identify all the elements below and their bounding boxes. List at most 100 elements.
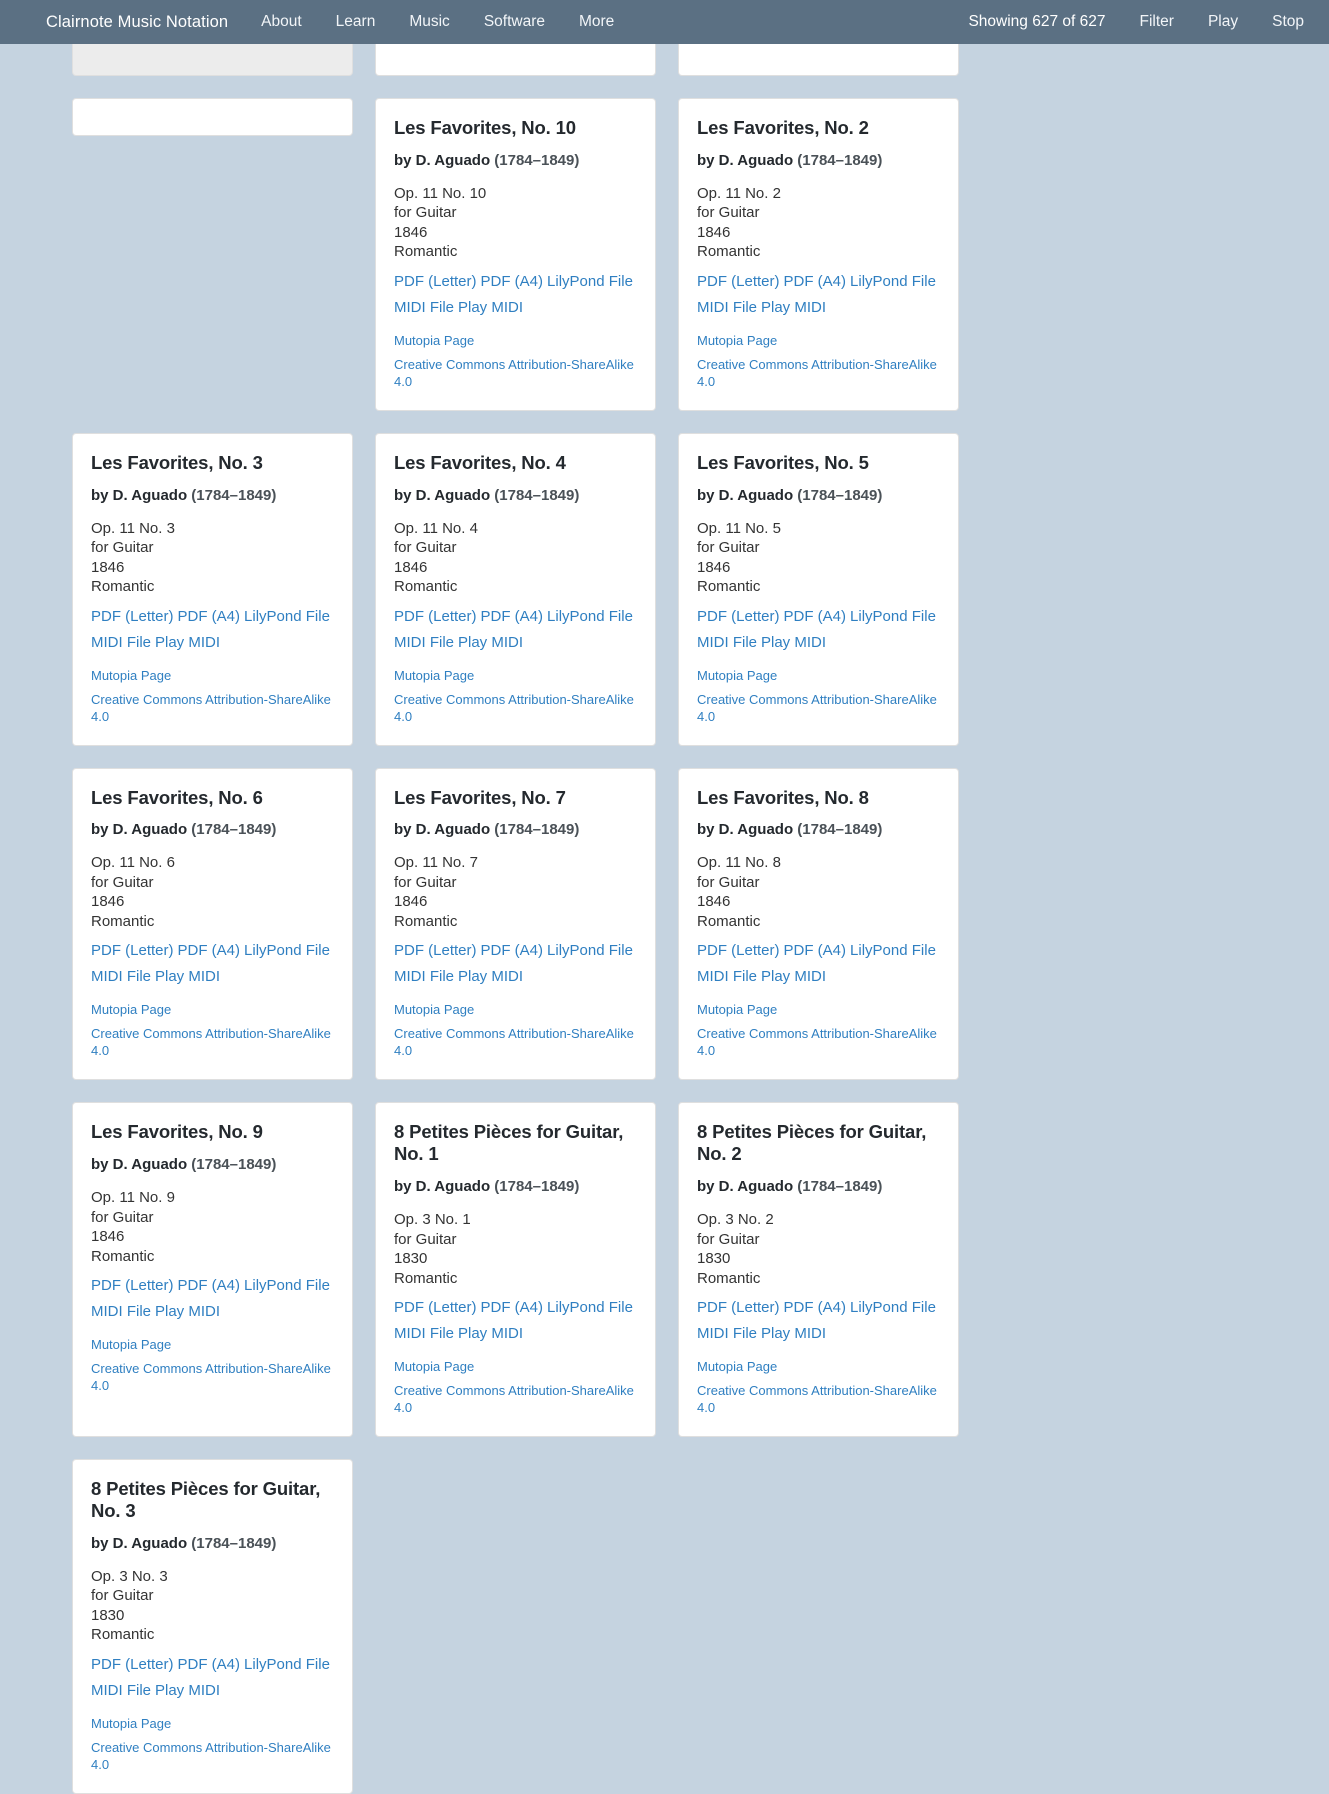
license-link[interactable]: Creative Commons Attribution-ShareAlike … bbox=[394, 1025, 637, 1059]
stop-button[interactable]: Stop bbox=[1255, 0, 1321, 44]
pdf-a4-link[interactable]: PDF (A4) bbox=[784, 942, 847, 959]
mutopia-page-link[interactable]: Mutopia Page bbox=[697, 1358, 940, 1375]
filter-button[interactable]: Filter bbox=[1123, 0, 1191, 44]
midi-file-link[interactable]: MIDI File bbox=[394, 1325, 454, 1342]
music-card[interactable]: 8 Petites Pièces for Guitar, No. 2by D. … bbox=[678, 1102, 959, 1437]
pdf-a4-link[interactable]: PDF (A4) bbox=[481, 273, 544, 290]
license-link[interactable]: Creative Commons Attribution-ShareAlike … bbox=[394, 1382, 637, 1416]
lilypond-file-link[interactable]: LilyPond File bbox=[244, 1656, 330, 1673]
pdf-a4-link[interactable]: PDF (A4) bbox=[481, 608, 544, 625]
lilypond-file-link[interactable]: LilyPond File bbox=[850, 608, 936, 625]
lilypond-file-link[interactable]: LilyPond File bbox=[850, 942, 936, 959]
pdf-a4-link[interactable]: PDF (A4) bbox=[178, 608, 241, 625]
pdf-letter-link[interactable]: PDF (Letter) bbox=[394, 273, 477, 290]
pdf-letter-link[interactable]: PDF (Letter) bbox=[91, 1656, 174, 1673]
play-midi-link[interactable]: Play MIDI bbox=[458, 968, 523, 985]
mutopia-page-link[interactable]: Mutopia Page bbox=[697, 1001, 940, 1018]
pdf-a4-link[interactable]: PDF (A4) bbox=[178, 1277, 241, 1294]
midi-file-link[interactable]: MIDI File bbox=[697, 1325, 757, 1342]
lilypond-file-link[interactable]: LilyPond File bbox=[547, 1299, 633, 1316]
play-midi-link[interactable]: Play MIDI bbox=[761, 299, 826, 316]
license-link[interactable]: Creative Commons Attribution-ShareAlike … bbox=[91, 691, 334, 725]
pdf-letter-link[interactable]: PDF (Letter) bbox=[697, 608, 780, 625]
lilypond-file-link[interactable]: LilyPond File bbox=[547, 942, 633, 959]
license-link[interactable]: Creative Commons Attribution-ShareAlike … bbox=[394, 356, 637, 390]
lilypond-file-link[interactable]: LilyPond File bbox=[547, 608, 633, 625]
pdf-a4-link[interactable]: PDF (A4) bbox=[178, 1656, 241, 1673]
pdf-letter-link[interactable]: PDF (Letter) bbox=[697, 942, 780, 959]
music-card[interactable]: Les Favorites, No. 6by D. Aguado (1784–1… bbox=[72, 768, 353, 1081]
mutopia-page-link[interactable]: Mutopia Page bbox=[697, 332, 940, 349]
play-midi-link[interactable]: Play MIDI bbox=[458, 634, 523, 651]
music-card[interactable]: Les Favorites, No. 7by D. Aguado (1784–1… bbox=[375, 768, 656, 1081]
pdf-a4-link[interactable]: PDF (A4) bbox=[784, 1299, 847, 1316]
midi-file-link[interactable]: MIDI File bbox=[91, 1303, 151, 1320]
play-midi-link[interactable]: Play MIDI bbox=[761, 1325, 826, 1342]
lilypond-file-link[interactable]: LilyPond File bbox=[244, 942, 330, 959]
music-card[interactable]: 8 Petites Pièces for Guitar, No. 1by D. … bbox=[375, 1102, 656, 1437]
mutopia-page-link[interactable]: Mutopia Page bbox=[394, 667, 637, 684]
midi-file-link[interactable]: MIDI File bbox=[697, 299, 757, 316]
midi-file-link[interactable]: MIDI File bbox=[394, 968, 454, 985]
mutopia-page-link[interactable]: Mutopia Page bbox=[394, 1358, 637, 1375]
music-card[interactable]: Les Favorites, No. 5by D. Aguado (1784–1… bbox=[678, 433, 959, 746]
midi-file-link[interactable]: MIDI File bbox=[697, 634, 757, 651]
play-midi-link[interactable]: Play MIDI bbox=[458, 1325, 523, 1342]
midi-file-link[interactable]: MIDI File bbox=[394, 634, 454, 651]
midi-file-link[interactable]: MIDI File bbox=[91, 968, 151, 985]
midi-file-link[interactable]: MIDI File bbox=[91, 634, 151, 651]
license-link[interactable]: Creative Commons Attribution-ShareAlike … bbox=[697, 691, 940, 725]
nav-item-music[interactable]: Music bbox=[392, 0, 466, 44]
pdf-letter-link[interactable]: PDF (Letter) bbox=[697, 1299, 780, 1316]
mutopia-page-link[interactable]: Mutopia Page bbox=[394, 332, 637, 349]
pdf-letter-link[interactable]: PDF (Letter) bbox=[91, 1277, 174, 1294]
music-card[interactable]: Les Favorites, No. 4by D. Aguado (1784–1… bbox=[375, 433, 656, 746]
play-midi-link[interactable]: Play MIDI bbox=[761, 634, 826, 651]
pdf-letter-link[interactable]: PDF (Letter) bbox=[394, 1299, 477, 1316]
pdf-a4-link[interactable]: PDF (A4) bbox=[481, 1299, 544, 1316]
brand-link[interactable]: Clairnote Music Notation bbox=[30, 0, 244, 44]
pdf-a4-link[interactable]: PDF (A4) bbox=[784, 273, 847, 290]
lilypond-file-link[interactable]: LilyPond File bbox=[244, 1277, 330, 1294]
license-link[interactable]: Creative Commons Attribution-ShareAlike … bbox=[697, 356, 940, 390]
license-link[interactable]: Creative Commons Attribution-ShareAlike … bbox=[697, 1025, 940, 1059]
license-link[interactable]: Creative Commons Attribution-ShareAlike … bbox=[91, 1739, 334, 1773]
mutopia-page-link[interactable]: Mutopia Page bbox=[394, 1001, 637, 1018]
nav-item-learn[interactable]: Learn bbox=[319, 0, 393, 44]
pdf-a4-link[interactable]: PDF (A4) bbox=[178, 942, 241, 959]
midi-file-link[interactable]: MIDI File bbox=[697, 968, 757, 985]
pdf-a4-link[interactable]: PDF (A4) bbox=[784, 608, 847, 625]
music-card[interactable]: Les Favorites, No. 3by D. Aguado (1784–1… bbox=[72, 433, 353, 746]
play-midi-link[interactable]: Play MIDI bbox=[155, 968, 220, 985]
lilypond-file-link[interactable]: LilyPond File bbox=[244, 608, 330, 625]
music-card[interactable]: Les Favorites, No. 9by D. Aguado (1784–1… bbox=[72, 1102, 353, 1437]
music-card[interactable]: 8 Petites Pièces for Guitar, No. 3by D. … bbox=[72, 1459, 353, 1794]
license-link[interactable]: Creative Commons Attribution-ShareAlike … bbox=[91, 1360, 334, 1394]
play-midi-link[interactable]: Play MIDI bbox=[458, 299, 523, 316]
music-card-partial[interactable] bbox=[72, 98, 353, 136]
mutopia-page-link[interactable]: Mutopia Page bbox=[91, 667, 334, 684]
pdf-letter-link[interactable]: PDF (Letter) bbox=[91, 942, 174, 959]
license-link[interactable]: Creative Commons Attribution-ShareAlike … bbox=[91, 1025, 334, 1059]
pdf-letter-link[interactable]: PDF (Letter) bbox=[394, 942, 477, 959]
license-link[interactable]: Creative Commons Attribution-ShareAlike … bbox=[394, 691, 637, 725]
lilypond-file-link[interactable]: LilyPond File bbox=[850, 273, 936, 290]
play-button[interactable]: Play bbox=[1191, 0, 1255, 44]
mutopia-page-link[interactable]: Mutopia Page bbox=[697, 667, 940, 684]
play-midi-link[interactable]: Play MIDI bbox=[761, 968, 826, 985]
midi-file-link[interactable]: MIDI File bbox=[394, 299, 454, 316]
pdf-a4-link[interactable]: PDF (A4) bbox=[481, 942, 544, 959]
midi-file-link[interactable]: MIDI File bbox=[91, 1682, 151, 1699]
music-card[interactable]: Les Favorites, No. 8by D. Aguado (1784–1… bbox=[678, 768, 959, 1081]
mutopia-page-link[interactable]: Mutopia Page bbox=[91, 1001, 334, 1018]
music-card[interactable]: Les Favorites, No. 2by D. Aguado (1784–1… bbox=[678, 98, 959, 411]
music-card[interactable]: Les Favorites, No. 10by D. Aguado (1784–… bbox=[375, 98, 656, 411]
play-midi-link[interactable]: Play MIDI bbox=[155, 1303, 220, 1320]
play-midi-link[interactable]: Play MIDI bbox=[155, 1682, 220, 1699]
license-link[interactable]: Creative Commons Attribution-ShareAlike … bbox=[697, 1382, 940, 1416]
pdf-letter-link[interactable]: PDF (Letter) bbox=[394, 608, 477, 625]
play-midi-link[interactable]: Play MIDI bbox=[155, 634, 220, 651]
nav-item-about[interactable]: About bbox=[244, 0, 319, 44]
nav-item-more[interactable]: More bbox=[562, 0, 631, 44]
nav-item-software[interactable]: Software bbox=[467, 0, 562, 44]
